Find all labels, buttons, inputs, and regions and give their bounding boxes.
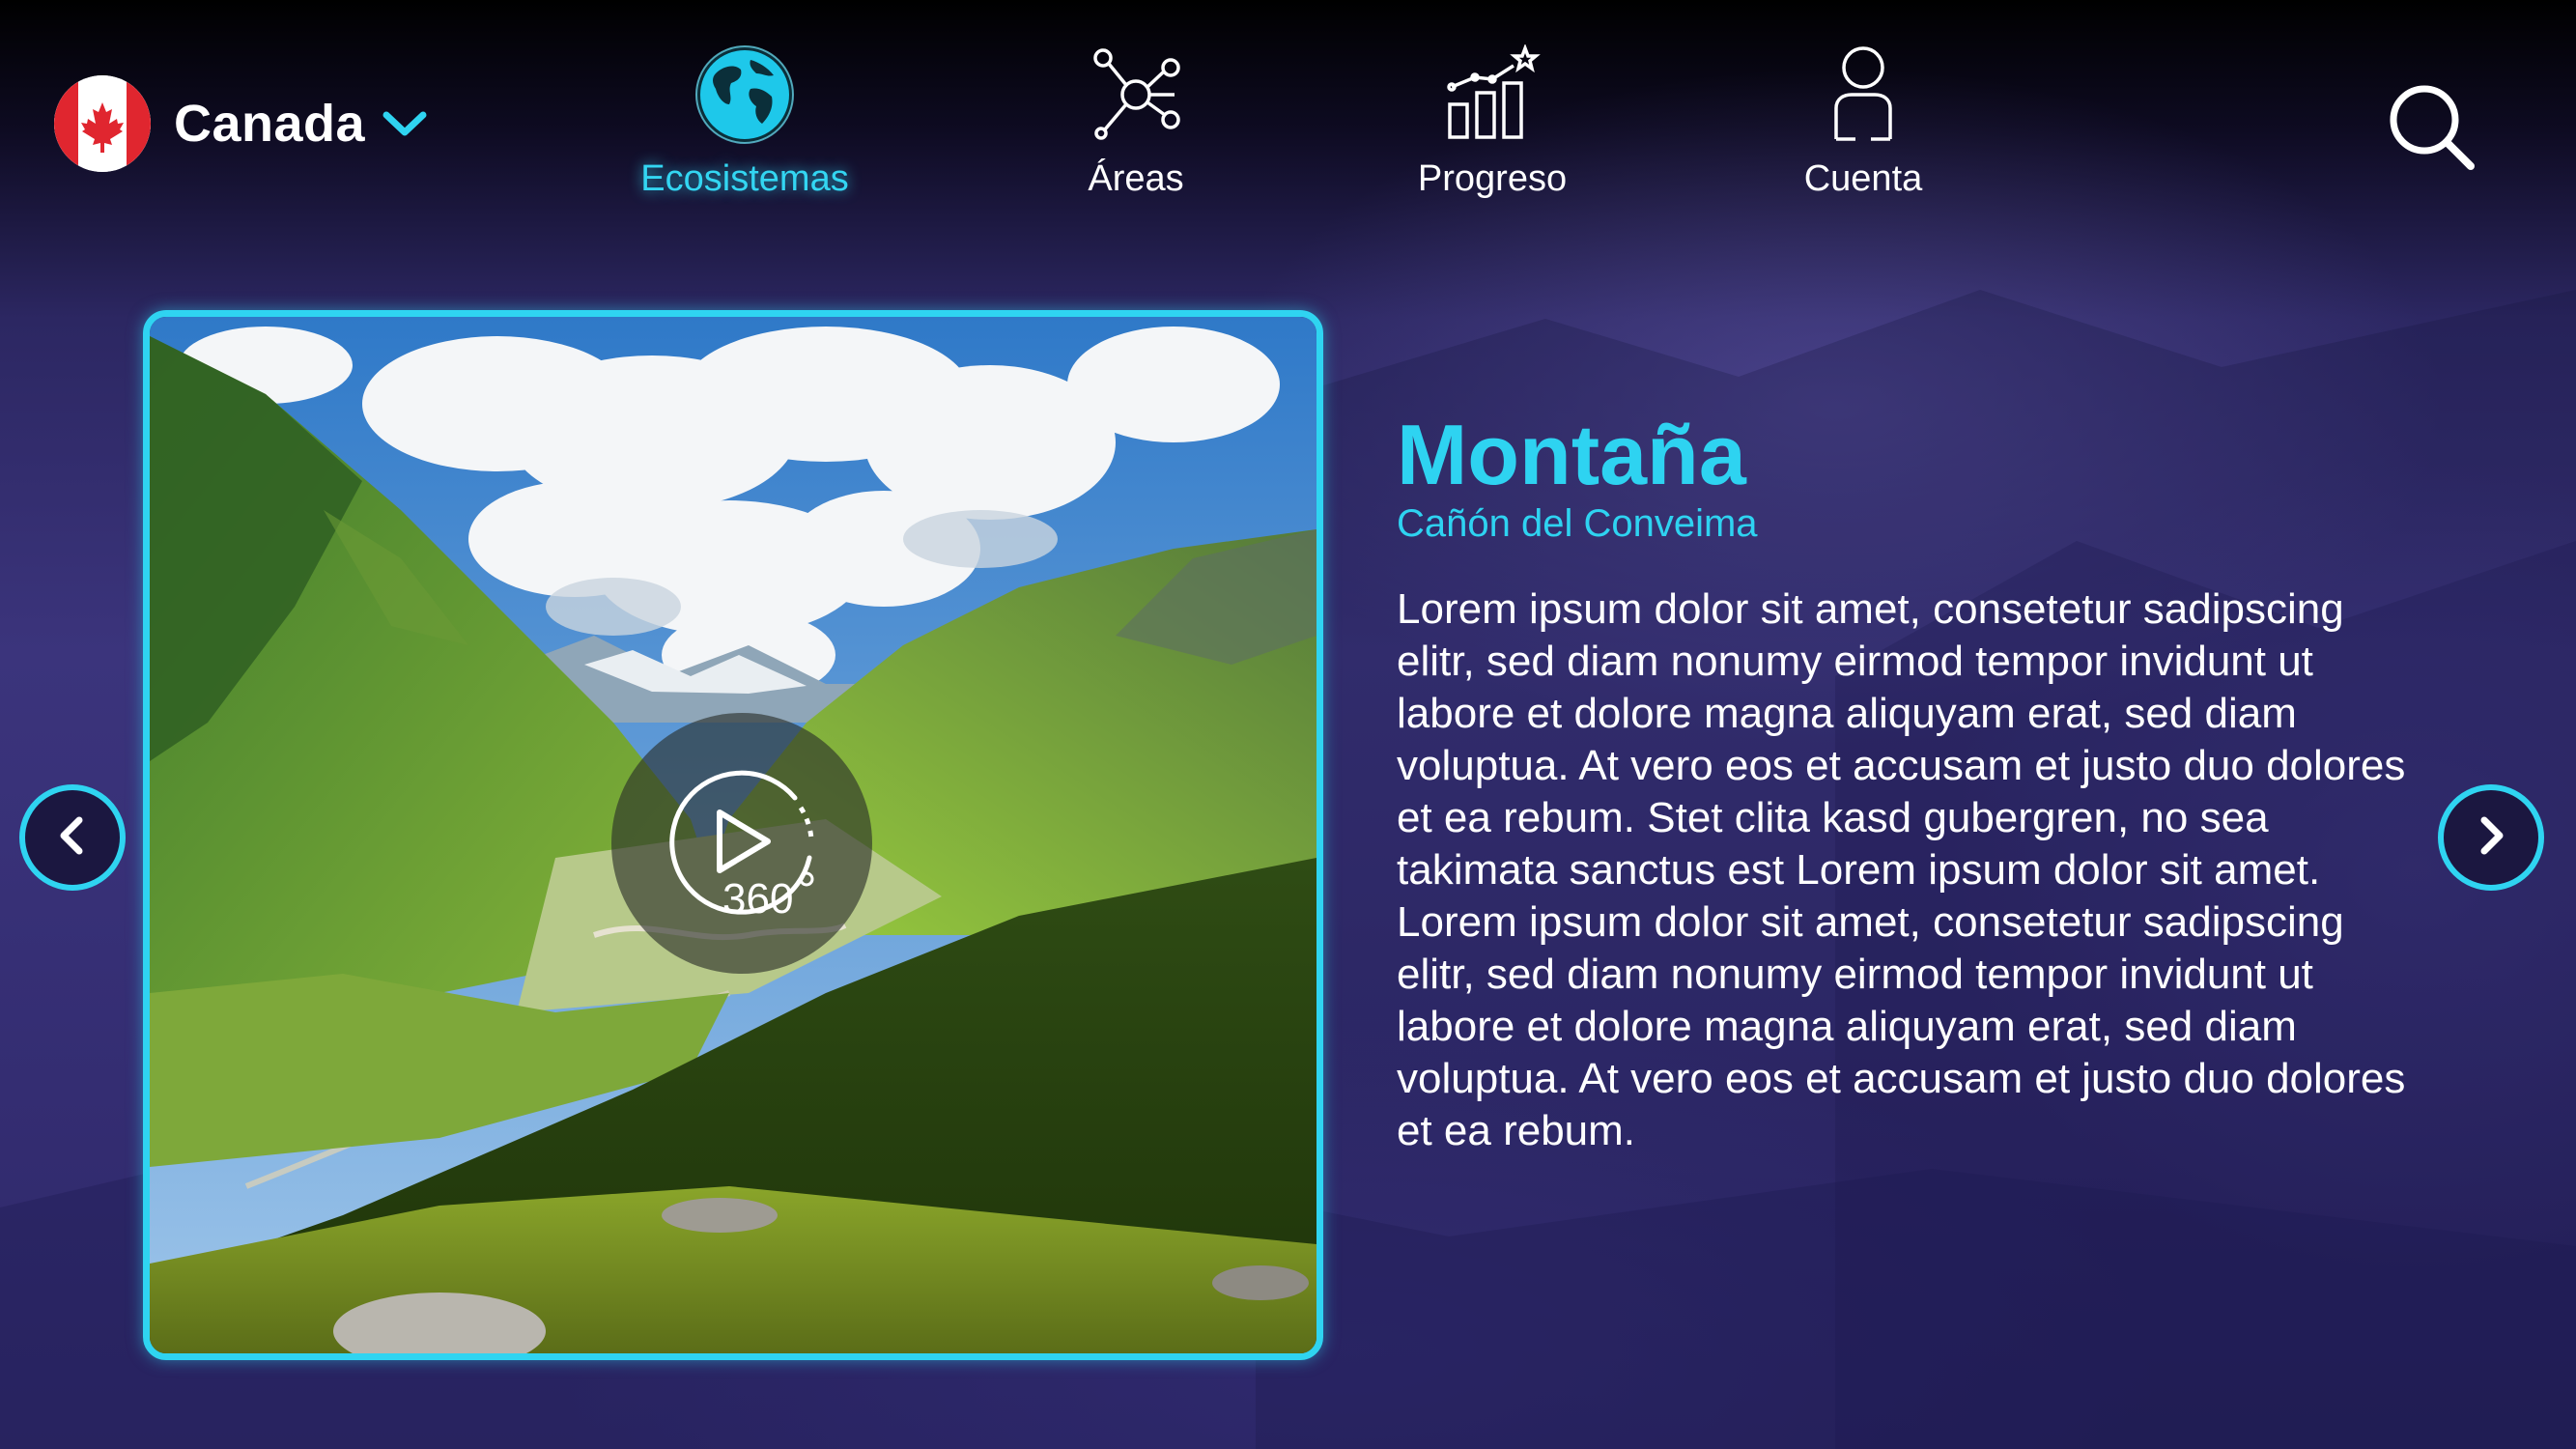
ecosystem-title: Montaña [1397, 407, 1746, 502]
nav-label-areas: Áreas [1088, 158, 1184, 199]
country-selector[interactable]: Canada [54, 75, 427, 172]
chart-star-icon [1367, 39, 1618, 145]
globe-icon [619, 39, 870, 145]
prev-button[interactable] [19, 784, 126, 891]
ecosystem-description: Lorem ipsum dolor sit amet, consetetur s… [1397, 585, 2406, 1154]
chevron-down-icon[interactable] [382, 101, 427, 146]
nav-item-cuenta[interactable]: Cuenta [1738, 39, 1989, 200]
search-icon[interactable] [2386, 81, 2478, 174]
nav-label-ecosistemas: Ecosistemas [640, 158, 849, 199]
nav-item-areas[interactable]: Áreas [1010, 39, 1261, 200]
user-icon [1738, 39, 1989, 145]
nav-label-cuenta: Cuenta [1803, 158, 1923, 199]
canada-flag-icon [54, 75, 151, 172]
chevron-left-icon [53, 814, 92, 862]
play-360-button[interactable]: 360 [611, 713, 872, 974]
ecosystem-subtitle: Cañón del Conveima [1397, 502, 1758, 545]
country-name: Canada [174, 95, 366, 153]
top-navigation: Canada Ecosistemas Áreas Progreso Cuenta [0, 0, 2576, 213]
ecosystem-media[interactable]: 360 [143, 310, 1323, 1360]
next-button[interactable] [2438, 784, 2544, 891]
chevron-right-icon [2472, 814, 2510, 862]
network-icon [1010, 39, 1261, 145]
play-360-icon [669, 770, 814, 915]
nav-label-progreso: Progreso [1417, 158, 1568, 199]
nav-item-progreso[interactable]: Progreso [1367, 39, 1618, 200]
badge-360-label: 360 [722, 875, 794, 923]
nav-item-ecosistemas[interactable]: Ecosistemas [619, 39, 870, 200]
